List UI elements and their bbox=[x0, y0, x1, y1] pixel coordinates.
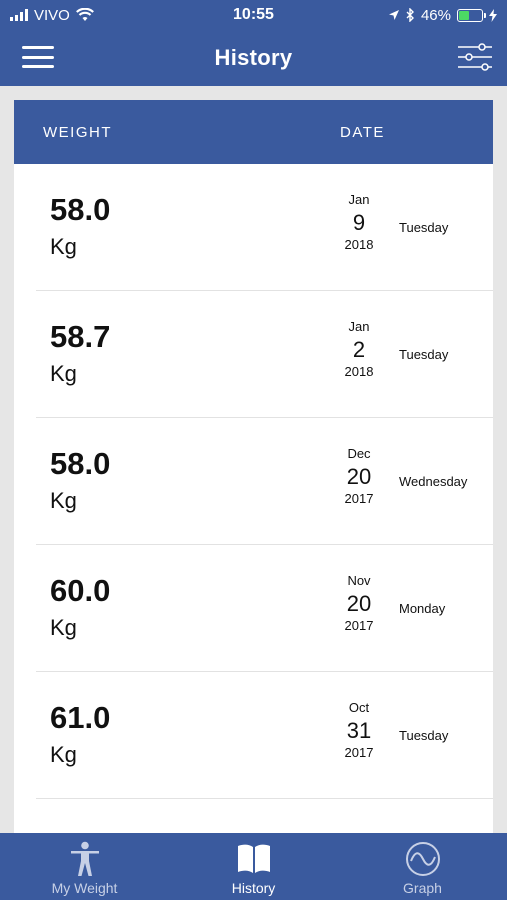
weight-value: 60.0 bbox=[50, 573, 111, 608]
date-year: 2017 bbox=[344, 618, 374, 633]
date-year: 2018 bbox=[344, 364, 374, 379]
carrier-name: VIVO bbox=[34, 6, 70, 24]
date-month: Oct bbox=[348, 700, 370, 715]
bluetooth-icon bbox=[406, 8, 414, 22]
table-row[interactable]: 58.0 Kg Dec 20 2017 Wednesday bbox=[36, 418, 493, 545]
charging-bolt-icon bbox=[489, 8, 497, 22]
date-weekday: Tuesday bbox=[399, 347, 449, 362]
table-row[interactable]: 60.0 Kg Nov 20 2017 Monday bbox=[36, 545, 493, 672]
table-header: WEIGHT DATE bbox=[14, 100, 493, 164]
location-arrow-icon bbox=[388, 10, 399, 20]
status-bar: VIVO 10:55 46% bbox=[0, 0, 507, 30]
status-right: 46% bbox=[388, 7, 497, 24]
date-block: Jan 9 2018 bbox=[336, 192, 382, 252]
tab-bar: My Weight History Graph bbox=[0, 833, 507, 900]
date-column-header: DATE bbox=[340, 123, 385, 141]
date-block: Dec 20 2017 bbox=[336, 446, 382, 506]
date-weekday: Tuesday bbox=[399, 728, 449, 743]
date-year: 2017 bbox=[344, 745, 374, 760]
date-day: 2 bbox=[352, 337, 366, 362]
tab-label: My Weight bbox=[51, 880, 118, 896]
date-month: Jan bbox=[348, 319, 370, 334]
date-month: Nov bbox=[347, 573, 371, 588]
table-row[interactable]: 61.0 Kg Oct 31 2017 Tuesday bbox=[36, 672, 493, 799]
tab-history[interactable]: History bbox=[169, 833, 338, 900]
hamburger-menu-icon[interactable] bbox=[22, 46, 54, 68]
weight-unit: Kg bbox=[50, 742, 77, 767]
weight-unit: Kg bbox=[50, 234, 77, 259]
tab-graph[interactable]: Graph bbox=[338, 833, 507, 900]
date-year: 2017 bbox=[344, 491, 374, 506]
weight-column-header: WEIGHT bbox=[43, 123, 112, 141]
page-title: History bbox=[214, 45, 293, 70]
date-weekday: Wednesday bbox=[399, 474, 468, 489]
wave-graph-icon bbox=[405, 842, 440, 876]
date-year: 2018 bbox=[344, 237, 374, 252]
battery-percent: 46% bbox=[420, 6, 451, 24]
weight-unit: Kg bbox=[50, 361, 77, 386]
signal-icon bbox=[10, 9, 28, 21]
history-rows: 58.0 Kg Jan 9 2018 Tuesday 58.7 Kg Jan 2 2018 Tuesd… bbox=[14, 164, 493, 799]
history-list-card: WEIGHT DATE 58.0 Kg Jan 9 2018 Tuesday 58.7 Kg J… bbox=[14, 100, 493, 833]
date-block: Nov 20 2017 bbox=[336, 573, 382, 633]
tab-label: Graph bbox=[403, 880, 442, 896]
book-icon bbox=[237, 844, 270, 873]
date-day: 31 bbox=[346, 718, 372, 743]
tab-label: History bbox=[231, 880, 276, 896]
date-month: Jan bbox=[348, 192, 370, 207]
weight-unit: Kg bbox=[50, 615, 77, 640]
date-day: 9 bbox=[352, 210, 366, 235]
date-block: Jan 2 2018 bbox=[336, 319, 382, 379]
table-row[interactable]: 58.7 Kg Jan 2 2018 Tuesday bbox=[36, 291, 493, 418]
weight-value: 61.0 bbox=[50, 700, 111, 735]
date-weekday: Monday bbox=[399, 601, 446, 616]
sliders-filter-icon[interactable] bbox=[457, 42, 493, 72]
date-day: 20 bbox=[346, 591, 372, 616]
date-block: Oct 31 2017 bbox=[336, 700, 382, 760]
tab-my-weight[interactable]: My Weight bbox=[0, 833, 169, 900]
person-icon bbox=[70, 841, 99, 876]
weight-unit: Kg bbox=[50, 488, 77, 513]
weight-value: 58.0 bbox=[50, 446, 111, 481]
wifi-icon bbox=[75, 8, 94, 21]
status-left: VIVO bbox=[10, 7, 94, 24]
date-weekday: Tuesday bbox=[399, 220, 449, 235]
date-day: 20 bbox=[346, 464, 372, 489]
weight-value: 58.7 bbox=[50, 319, 111, 354]
nav-bar: History bbox=[0, 30, 507, 86]
battery-icon bbox=[457, 8, 486, 22]
date-month: Dec bbox=[347, 446, 371, 461]
table-row[interactable]: 58.0 Kg Jan 9 2018 Tuesday bbox=[36, 164, 493, 291]
weight-value: 58.0 bbox=[50, 192, 111, 227]
